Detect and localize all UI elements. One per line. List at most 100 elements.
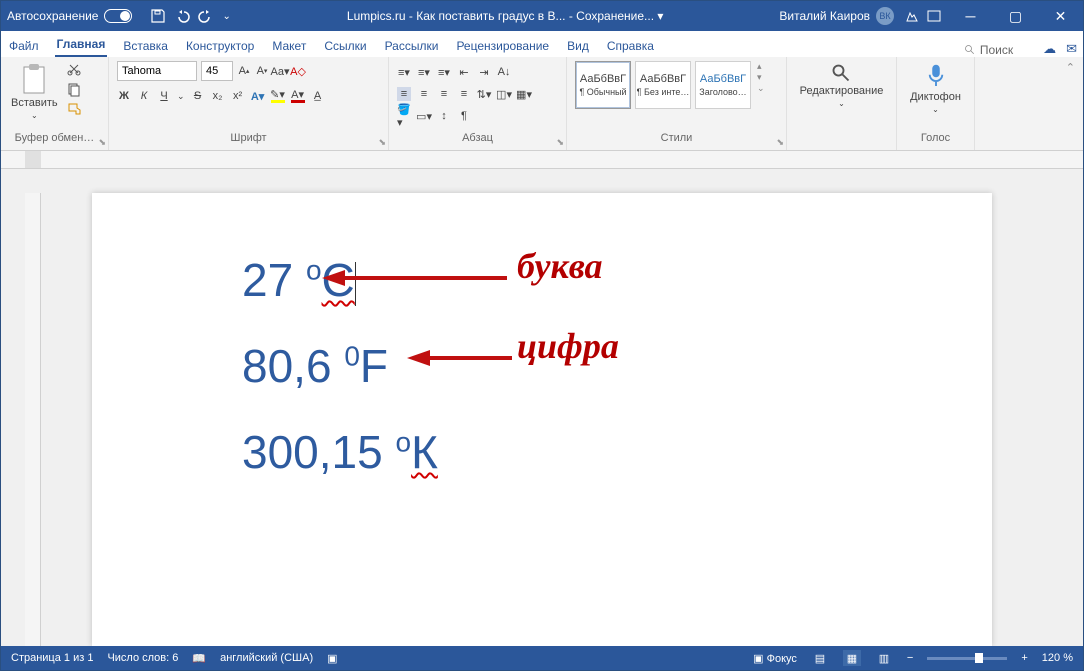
editing-button[interactable]: Редактирование ⌄: [798, 61, 886, 110]
clear-format-icon[interactable]: A◇: [291, 64, 305, 78]
subscript-button[interactable]: x₂: [211, 89, 225, 103]
tab-help[interactable]: Справка: [605, 35, 656, 57]
styles-label: Стили: [575, 132, 778, 146]
text-effects-icon[interactable]: A▾: [251, 89, 265, 103]
avatar: ВК: [876, 7, 894, 25]
share-icon[interactable]: ☁: [1043, 41, 1056, 57]
decrease-font-icon[interactable]: A▾: [255, 64, 269, 78]
toggle-icon: [104, 9, 132, 23]
borders-icon[interactable]: ▦▾: [517, 87, 531, 101]
minimize-button[interactable]: ─: [948, 1, 993, 31]
styles-down-icon[interactable]: ▾: [757, 72, 765, 83]
zoom-out-button[interactable]: −: [907, 652, 913, 664]
tab-design[interactable]: Конструктор: [184, 35, 256, 57]
close-button[interactable]: ✕: [1038, 1, 1083, 31]
line-spacing-icon[interactable]: ⇅▾: [477, 87, 491, 101]
fill-icon[interactable]: 🪣▾: [397, 109, 411, 123]
undo-icon[interactable]: [174, 8, 190, 24]
justify-icon[interactable]: ≡: [457, 87, 471, 101]
shading-icon[interactable]: ◫▾: [497, 87, 511, 101]
save-icon[interactable]: [150, 8, 166, 24]
dictation-button[interactable]: Диктофон ⌄: [908, 61, 963, 116]
redo-icon[interactable]: [198, 8, 214, 24]
status-bar: Страница 1 из 1 Число слов: 6 📖 английск…: [1, 646, 1083, 670]
styles-dialog-launcher[interactable]: ⬊: [776, 137, 784, 148]
font-size-select[interactable]: [201, 61, 233, 81]
tab-mailings[interactable]: Рассылки: [383, 35, 441, 57]
bold-button[interactable]: Ж: [117, 89, 131, 103]
align-left-icon[interactable]: ≡: [397, 87, 411, 101]
comments-icon[interactable]: ✉: [1066, 41, 1077, 57]
document-area: 27 оС 80,6 0F 300,15 оК буква цифра: [1, 169, 1083, 646]
page[interactable]: 27 оС 80,6 0F 300,15 оК буква цифра: [92, 193, 992, 646]
search-icon: [964, 44, 976, 56]
zoom-level[interactable]: 120 %: [1042, 652, 1073, 664]
styles-up-icon[interactable]: ▴: [757, 61, 765, 72]
search-input[interactable]: Поиск: [964, 43, 1019, 57]
underline-button[interactable]: Ч: [157, 89, 171, 103]
print-layout-icon[interactable]: ▦: [843, 650, 861, 666]
numbering-icon[interactable]: ≡▾: [417, 65, 431, 79]
maximize-button[interactable]: ▢: [993, 1, 1038, 31]
copy-icon[interactable]: [66, 81, 82, 97]
document-title: Lumpics.ru - Как поставить градус в B...…: [241, 9, 770, 23]
cut-icon[interactable]: [66, 61, 82, 77]
user-account[interactable]: Виталий Каиров ВК: [779, 7, 894, 25]
highlight-icon[interactable]: ✎▾: [271, 89, 285, 103]
qat-more-icon[interactable]: ⌄: [222, 11, 230, 22]
strike-button[interactable]: S: [191, 89, 205, 103]
italic-button[interactable]: К: [137, 89, 151, 103]
status-focus[interactable]: ▣ Фокус: [753, 652, 797, 665]
style-heading[interactable]: АаБбВвГ Заголово…: [695, 61, 751, 109]
sort-icon[interactable]: A↓: [497, 65, 511, 79]
autosave-toggle[interactable]: Автосохранение: [7, 9, 132, 23]
format-painter-icon[interactable]: [66, 101, 82, 117]
arrow-2: [402, 343, 522, 373]
collapse-ribbon-icon[interactable]: ⌃: [1066, 62, 1075, 74]
multilevel-icon[interactable]: ≡▾: [437, 65, 451, 79]
clipboard-dialog-launcher[interactable]: ⬊: [98, 137, 106, 148]
tab-layout[interactable]: Макет: [270, 35, 308, 57]
zoom-in-button[interactable]: +: [1021, 652, 1027, 664]
paste-button[interactable]: Вставить ⌄: [9, 61, 60, 122]
align-right-icon[interactable]: ≡: [437, 87, 451, 101]
show-marks-icon[interactable]: ¶: [457, 109, 471, 123]
vertical-ruler[interactable]: [25, 193, 41, 646]
tab-insert[interactable]: Вставка: [121, 35, 170, 57]
align-center-icon[interactable]: ≡: [417, 87, 431, 101]
tab-references[interactable]: Ссылки: [322, 35, 368, 57]
horizontal-ruler[interactable]: [1, 151, 1083, 169]
font-dialog-launcher[interactable]: ⬊: [378, 137, 386, 148]
tab-view[interactable]: Вид: [565, 35, 591, 57]
zoom-slider[interactable]: [927, 657, 1007, 660]
superscript-button[interactable]: x²: [231, 89, 245, 103]
style-normal[interactable]: АаБбВвГ ¶ Обычный: [575, 61, 631, 109]
change-case-icon[interactable]: Aa▾: [273, 64, 287, 78]
sort2-icon[interactable]: ↕: [437, 109, 451, 123]
status-proofing-icon[interactable]: 📖: [192, 652, 206, 665]
tab-home[interactable]: Главная: [55, 33, 108, 57]
increase-font-icon[interactable]: A▴: [237, 64, 251, 78]
increase-indent-icon[interactable]: ⇥: [477, 65, 491, 79]
coming-soon-icon[interactable]: [904, 8, 920, 24]
tab-review[interactable]: Рецензирование: [454, 35, 551, 57]
paragraph-dialog-launcher[interactable]: ⬊: [556, 137, 564, 148]
style-no-spacing[interactable]: АаБбВвГ ¶ Без инте…: [635, 61, 691, 109]
status-words[interactable]: Число слов: 6: [107, 652, 178, 664]
decrease-indent-icon[interactable]: ⇤: [457, 65, 471, 79]
status-lang[interactable]: английский (США): [220, 652, 313, 664]
border2-icon[interactable]: ▭▾: [417, 109, 431, 123]
ribbon-display-icon[interactable]: [926, 8, 942, 24]
doc-line-3[interactable]: 300,15 оК: [242, 425, 842, 479]
status-macro-icon[interactable]: ▣: [327, 652, 337, 665]
bullets-icon[interactable]: ≡▾: [397, 65, 411, 79]
status-page[interactable]: Страница 1 из 1: [11, 652, 93, 664]
font-name-select[interactable]: [117, 61, 197, 81]
char-border-icon[interactable]: A̲: [311, 89, 325, 103]
read-mode-icon[interactable]: ▤: [811, 650, 829, 666]
web-layout-icon[interactable]: ▥: [875, 650, 893, 666]
ribbon: Вставить ⌄ Буфер обмен… ⬊ A▴ A▾: [1, 57, 1083, 151]
tab-file[interactable]: Файл: [7, 35, 41, 57]
font-color-icon[interactable]: A▾: [291, 89, 305, 103]
styles-more-icon[interactable]: ⌄: [757, 83, 765, 94]
